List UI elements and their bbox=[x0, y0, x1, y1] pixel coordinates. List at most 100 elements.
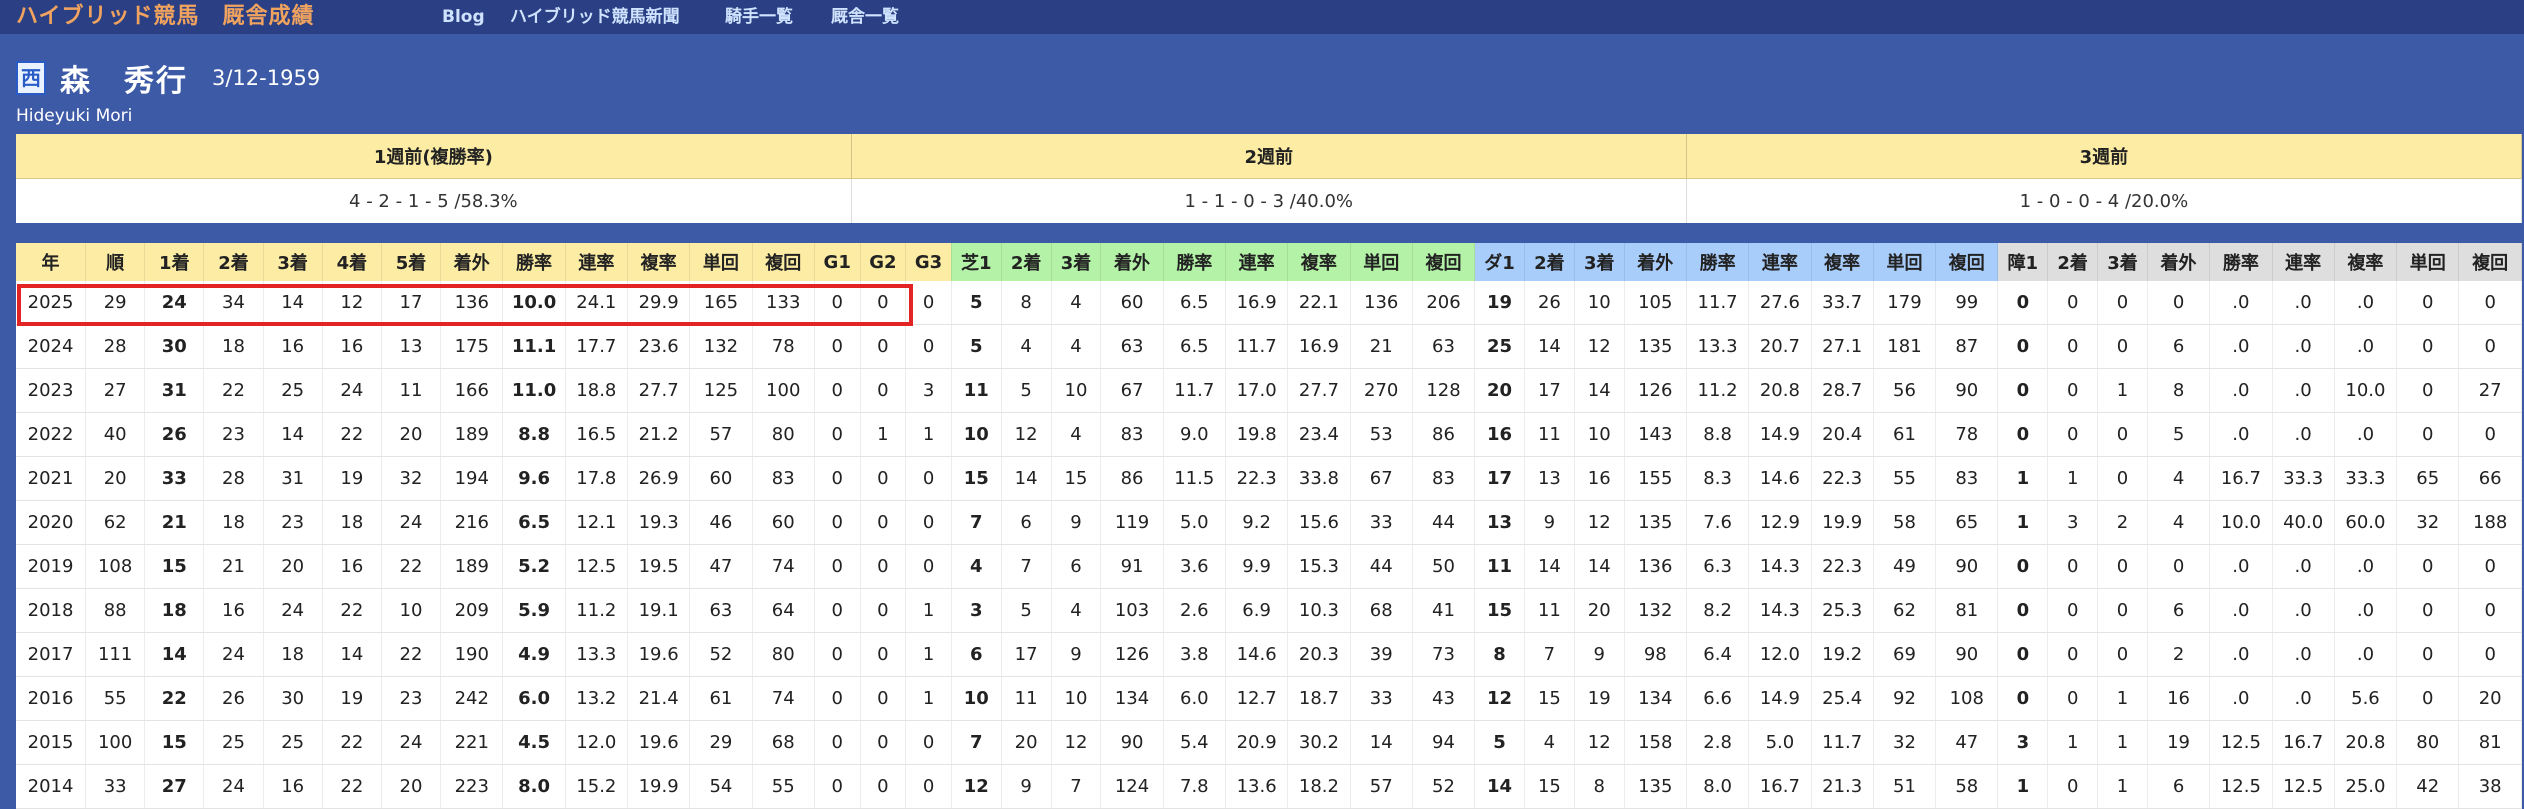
column-header-dirt[interactable]: ダ1 bbox=[1474, 243, 1525, 281]
stat-cell: 6.5 bbox=[1163, 281, 1226, 325]
column-header-jump[interactable]: 単回 bbox=[2396, 243, 2460, 281]
table-row: 2014 33 27 24 16 22 20 223 8.0 15.2 19.9 54 55 0 0 0 12 9… bbox=[16, 764, 2522, 809]
stat-cell: 13.2 bbox=[565, 676, 628, 721]
stat-cell: 12.5 bbox=[2272, 764, 2335, 809]
stat-cell: 7 bbox=[1051, 764, 1102, 809]
column-header-jump[interactable]: 障1 bbox=[1997, 243, 2049, 281]
stat-cell: 0 bbox=[2147, 281, 2211, 325]
stat-cell: 14.9 bbox=[1748, 412, 1812, 457]
column-header-basic[interactable]: G2 bbox=[860, 243, 907, 281]
stat-cell: 8 bbox=[1474, 632, 1525, 677]
year-cell: 2021 bbox=[16, 456, 87, 501]
column-header-basic[interactable]: 5着 bbox=[381, 243, 442, 281]
stat-cell: 73 bbox=[1412, 632, 1476, 677]
nav-link-stable-list[interactable]: 厩舎一覧 bbox=[831, 0, 899, 34]
stat-cell: 30.2 bbox=[1287, 720, 1351, 765]
column-header-basic[interactable]: 連率 bbox=[565, 243, 628, 281]
stat-cell: 58 bbox=[1935, 764, 1999, 809]
stat-cell: 12 bbox=[1574, 720, 1625, 765]
column-header-dirt[interactable]: 複回 bbox=[1935, 243, 1999, 281]
column-header-turf[interactable]: 2着 bbox=[1001, 243, 1052, 281]
column-header-jump[interactable]: 2着 bbox=[2047, 243, 2099, 281]
column-header-jump[interactable]: 連率 bbox=[2272, 243, 2335, 281]
column-header-basic[interactable]: 単回 bbox=[689, 243, 753, 281]
nav-link-blog[interactable]: Blog bbox=[442, 0, 485, 34]
column-header-basic[interactable]: G3 bbox=[905, 243, 952, 281]
stat-cell: 18.2 bbox=[1287, 764, 1351, 809]
column-header-dirt[interactable]: 複率 bbox=[1811, 243, 1874, 281]
stat-cell: 14.3 bbox=[1748, 544, 1812, 589]
column-header-turf[interactable]: 単回 bbox=[1350, 243, 1413, 281]
stat-cell: 19.6 bbox=[627, 720, 691, 765]
stat-cell: 0 bbox=[1997, 544, 2049, 589]
column-header-basic[interactable]: 3着 bbox=[263, 243, 323, 281]
column-header-jump[interactable]: 勝率 bbox=[2209, 243, 2273, 281]
column-header-jump[interactable]: 着外 bbox=[2147, 243, 2211, 281]
stat-cell: 83 bbox=[752, 456, 815, 501]
column-header-basic[interactable]: 2着 bbox=[203, 243, 264, 281]
column-header-jump[interactable]: 3着 bbox=[2097, 243, 2148, 281]
column-header-jump[interactable]: 複回 bbox=[2458, 243, 2522, 281]
stat-cell: 14 bbox=[1524, 544, 1575, 589]
stat-cell: 128 bbox=[1412, 368, 1476, 413]
stat-cell: 66 bbox=[2458, 456, 2522, 501]
stat-cell: 2.6 bbox=[1163, 588, 1226, 633]
column-header-turf[interactable]: 複回 bbox=[1412, 243, 1476, 281]
column-header-dirt[interactable]: 単回 bbox=[1873, 243, 1937, 281]
nav-link-jockey-list[interactable]: 騎手一覧 bbox=[725, 0, 793, 34]
column-header-dirt[interactable]: 2着 bbox=[1524, 243, 1575, 281]
stat-cell: 68 bbox=[752, 720, 815, 765]
stat-cell: 14.6 bbox=[1225, 632, 1289, 677]
stat-cell: 32 bbox=[2396, 500, 2460, 545]
column-header-turf[interactable]: 連率 bbox=[1225, 243, 1289, 281]
stat-cell: 6 bbox=[2147, 588, 2211, 633]
stat-cell: 22 bbox=[381, 632, 442, 677]
stat-cell: 11.7 bbox=[1163, 368, 1226, 413]
stat-cell: 1 bbox=[905, 412, 952, 457]
stat-cell: 15.2 bbox=[565, 764, 628, 809]
stat-cell: 33.3 bbox=[2272, 456, 2335, 501]
column-header-dirt[interactable]: 3着 bbox=[1574, 243, 1625, 281]
column-header-basic[interactable]: 年 bbox=[16, 243, 87, 281]
stat-cell: 0 bbox=[905, 324, 952, 369]
stat-cell: 22 bbox=[322, 720, 382, 765]
stat-cell: 78 bbox=[1935, 412, 1999, 457]
stat-cell: 16.9 bbox=[1287, 324, 1351, 369]
column-header-turf[interactable]: 着外 bbox=[1100, 243, 1164, 281]
stat-cell: 19.6 bbox=[627, 632, 691, 677]
stat-cell: 15.3 bbox=[1287, 544, 1351, 589]
column-header-turf[interactable]: 勝率 bbox=[1163, 243, 1226, 281]
stat-cell: 22.1 bbox=[1287, 281, 1351, 325]
nav-link-newspaper[interactable]: ハイブリッド競馬新聞 bbox=[510, 0, 680, 34]
stat-cell: 0 bbox=[2396, 544, 2460, 589]
stat-cell: 3 bbox=[1997, 720, 2049, 765]
column-header-jump[interactable]: 複率 bbox=[2334, 243, 2398, 281]
column-header-basic[interactable]: 着外 bbox=[440, 243, 504, 281]
column-header-dirt[interactable]: 連率 bbox=[1748, 243, 1812, 281]
stat-cell: 25.0 bbox=[2334, 764, 2398, 809]
column-header-dirt[interactable]: 着外 bbox=[1624, 243, 1687, 281]
table-row: 2023 27 31 22 25 24 11 166 11.0 18.8 27.7 125 100 0 0 3… bbox=[16, 368, 2522, 413]
stat-cell: 3.6 bbox=[1163, 544, 1226, 589]
column-header-turf[interactable]: 芝1 bbox=[951, 243, 1002, 281]
stat-cell: 80 bbox=[2396, 720, 2460, 765]
stat-cell: 11 bbox=[951, 368, 1002, 413]
stat-cell: 11 bbox=[1524, 588, 1575, 633]
stat-cell: 23 bbox=[203, 412, 264, 457]
column-header-basic[interactable]: 勝率 bbox=[502, 243, 566, 281]
column-header-turf[interactable]: 複率 bbox=[1287, 243, 1351, 281]
column-header-turf[interactable]: 3着 bbox=[1051, 243, 1102, 281]
year-cell: 2016 bbox=[16, 676, 87, 721]
column-header-basic[interactable]: 順 bbox=[85, 243, 146, 281]
column-header-basic[interactable]: 4着 bbox=[322, 243, 382, 281]
column-header-dirt[interactable]: 勝率 bbox=[1686, 243, 1750, 281]
column-header-basic[interactable]: 複率 bbox=[627, 243, 691, 281]
stat-cell: 9.9 bbox=[1225, 544, 1289, 589]
stat-cell: 19 bbox=[322, 456, 382, 501]
stat-cell: 14 bbox=[1574, 544, 1625, 589]
column-header-basic[interactable]: 複回 bbox=[752, 243, 815, 281]
column-header-basic[interactable]: G1 bbox=[814, 243, 861, 281]
site-brand[interactable]: ハイブリッド競馬 厩舎成績 bbox=[16, 1, 315, 33]
column-header-basic[interactable]: 1着 bbox=[144, 243, 205, 281]
stat-cell: 14 bbox=[144, 632, 205, 677]
